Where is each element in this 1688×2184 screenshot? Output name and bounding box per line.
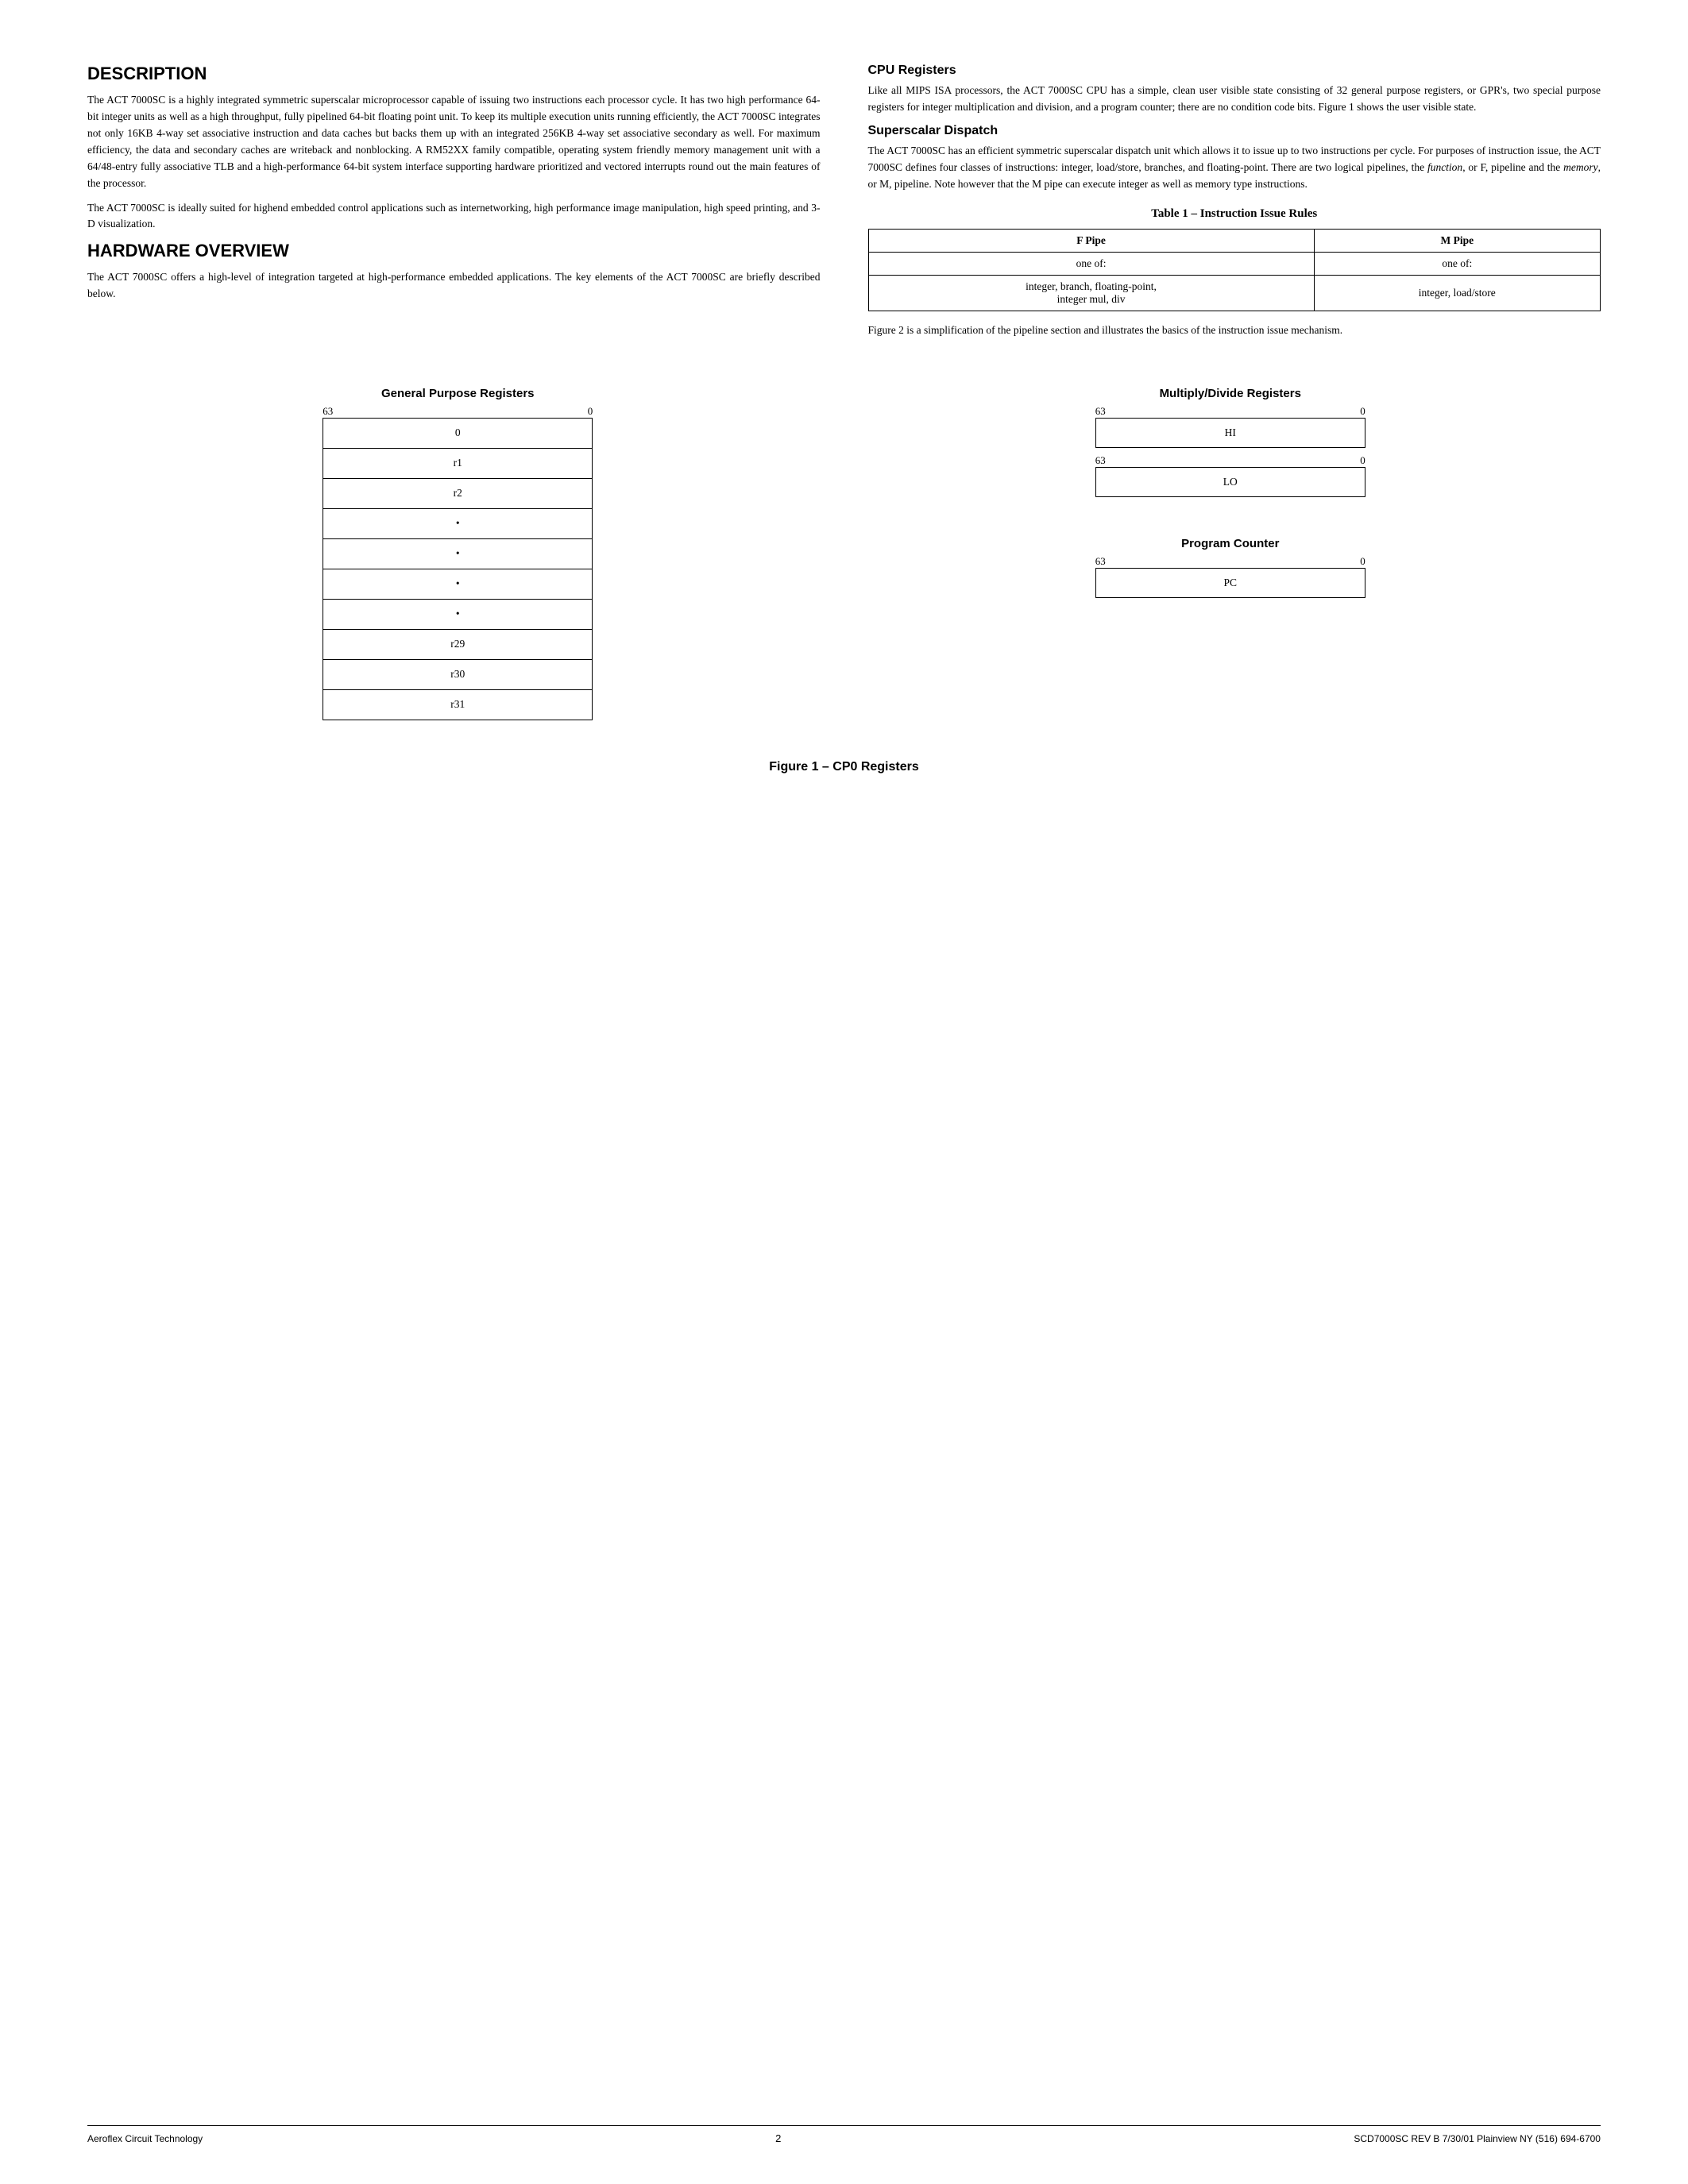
cpu-registers-title: CPU Registers bbox=[868, 64, 1601, 78]
table-row: integer, branch, floating-point,integer … bbox=[868, 275, 1601, 311]
right-column: CPU Registers Like all MIPS ISA processo… bbox=[868, 64, 1601, 347]
gpr-bit-high: 63 bbox=[323, 405, 333, 418]
table-row: • bbox=[323, 538, 593, 569]
gpr-diagram: General Purpose Registers 63 0 0 r1 r2 •… bbox=[323, 387, 593, 720]
footer-left: Aeroflex Circuit Technology bbox=[87, 2133, 203, 2144]
md-title: Multiply/Divide Registers bbox=[1095, 387, 1365, 400]
hi-bit-high: 63 bbox=[1095, 405, 1106, 418]
table-row: • bbox=[323, 508, 593, 538]
description-title: DESCRIPTION bbox=[87, 64, 821, 84]
superscalar-dispatch-para: The ACT 7000SC has an efficient symmetri… bbox=[868, 143, 1601, 193]
gpr-bit-labels: 63 0 bbox=[323, 405, 593, 418]
table-row: • bbox=[323, 569, 593, 599]
left-column: DESCRIPTION The ACT 7000SC is a highly i… bbox=[87, 64, 821, 347]
table-row: r31 bbox=[323, 689, 593, 720]
gpr-row-0: 0 bbox=[323, 418, 593, 448]
hi-bit-labels: 63 0 bbox=[1095, 405, 1365, 418]
gpr-row-dot4: • bbox=[323, 599, 593, 629]
gpr-bit-low: 0 bbox=[588, 405, 593, 418]
lo-bit-labels: 63 0 bbox=[1095, 454, 1365, 467]
table-row: r29 bbox=[323, 629, 593, 659]
table-cell-mpipe-instructions: integer, load/store bbox=[1314, 275, 1600, 311]
lo-register: LO bbox=[1095, 467, 1365, 497]
figure-note: Figure 2 is a simplification of the pipe… bbox=[868, 322, 1601, 339]
lo-bit-low: 0 bbox=[1360, 454, 1365, 467]
description-para-2: The ACT 7000SC is ideally suited for hig… bbox=[87, 200, 821, 233]
table-row: r1 bbox=[323, 448, 593, 478]
gpr-row-r31: r31 bbox=[323, 689, 593, 720]
diagram-section: General Purpose Registers 63 0 0 r1 r2 •… bbox=[87, 387, 1601, 720]
pc-register: PC bbox=[1095, 568, 1365, 598]
pc-bit-labels: 63 0 bbox=[1095, 555, 1365, 568]
footer: Aeroflex Circuit Technology 2 SCD7000SC … bbox=[87, 2125, 1601, 2144]
lo-bit-high: 63 bbox=[1095, 454, 1106, 467]
gpr-title: General Purpose Registers bbox=[381, 387, 535, 400]
figure-caption: Figure 1 – CP0 Registers bbox=[87, 760, 1601, 774]
page: DESCRIPTION The ACT 7000SC is a highly i… bbox=[0, 0, 1688, 2184]
superscalar-dispatch-title: Superscalar Dispatch bbox=[868, 124, 1601, 138]
footer-center: 2 bbox=[775, 2132, 781, 2144]
instruction-issue-table: F Pipe M Pipe one of: one of: integer, b… bbox=[868, 229, 1601, 311]
gpr-row-dot2: • bbox=[323, 538, 593, 569]
gpr-row-r30: r30 bbox=[323, 659, 593, 689]
right-diagrams: Multiply/Divide Registers 63 0 HI 63 0 L… bbox=[1095, 387, 1365, 598]
pc-title: Program Counter bbox=[1095, 537, 1365, 550]
gpr-table: 0 r1 r2 • • • • r29 r30 r31 bbox=[323, 418, 593, 720]
cpu-registers-para: Like all MIPS ISA processors, the ACT 70… bbox=[868, 83, 1601, 116]
program-counter-diagram: Program Counter 63 0 PC bbox=[1095, 537, 1365, 598]
table-header-fpipe: F Pipe bbox=[868, 229, 1314, 252]
table-cell-fpipe-instructions: integer, branch, floating-point,integer … bbox=[868, 275, 1314, 311]
hardware-overview-para: The ACT 7000SC offers a high-level of in… bbox=[87, 269, 821, 303]
hi-bit-low: 0 bbox=[1360, 405, 1365, 418]
table-title: Table 1 – Instruction Issue Rules bbox=[868, 207, 1601, 221]
table-row: • bbox=[323, 599, 593, 629]
gpr-row-dot1: • bbox=[323, 508, 593, 538]
table-row: r2 bbox=[323, 478, 593, 508]
pc-bit-low: 0 bbox=[1360, 555, 1365, 568]
gpr-row-dot3: • bbox=[323, 569, 593, 599]
hardware-overview-title: HARDWARE OVERVIEW bbox=[87, 241, 821, 261]
table-header-mpipe: M Pipe bbox=[1314, 229, 1600, 252]
table-row: r30 bbox=[323, 659, 593, 689]
table-row: one of: one of: bbox=[868, 252, 1601, 275]
description-para-1: The ACT 7000SC is a highly integrated sy… bbox=[87, 92, 821, 192]
main-content: DESCRIPTION The ACT 7000SC is a highly i… bbox=[87, 64, 1601, 347]
gpr-row-r29: r29 bbox=[323, 629, 593, 659]
gpr-row-r1: r1 bbox=[323, 448, 593, 478]
table-cell-mpipe-oneof: one of: bbox=[1314, 252, 1600, 275]
table-row: 0 bbox=[323, 418, 593, 448]
pc-bit-high: 63 bbox=[1095, 555, 1106, 568]
multiply-divide-diagram: Multiply/Divide Registers 63 0 HI 63 0 L… bbox=[1095, 387, 1365, 497]
table-cell-fpipe-oneof: one of: bbox=[868, 252, 1314, 275]
footer-right: SCD7000SC REV B 7/30/01 Plainview NY (51… bbox=[1354, 2133, 1601, 2144]
hi-register: HI bbox=[1095, 418, 1365, 448]
gpr-row-r2: r2 bbox=[323, 478, 593, 508]
